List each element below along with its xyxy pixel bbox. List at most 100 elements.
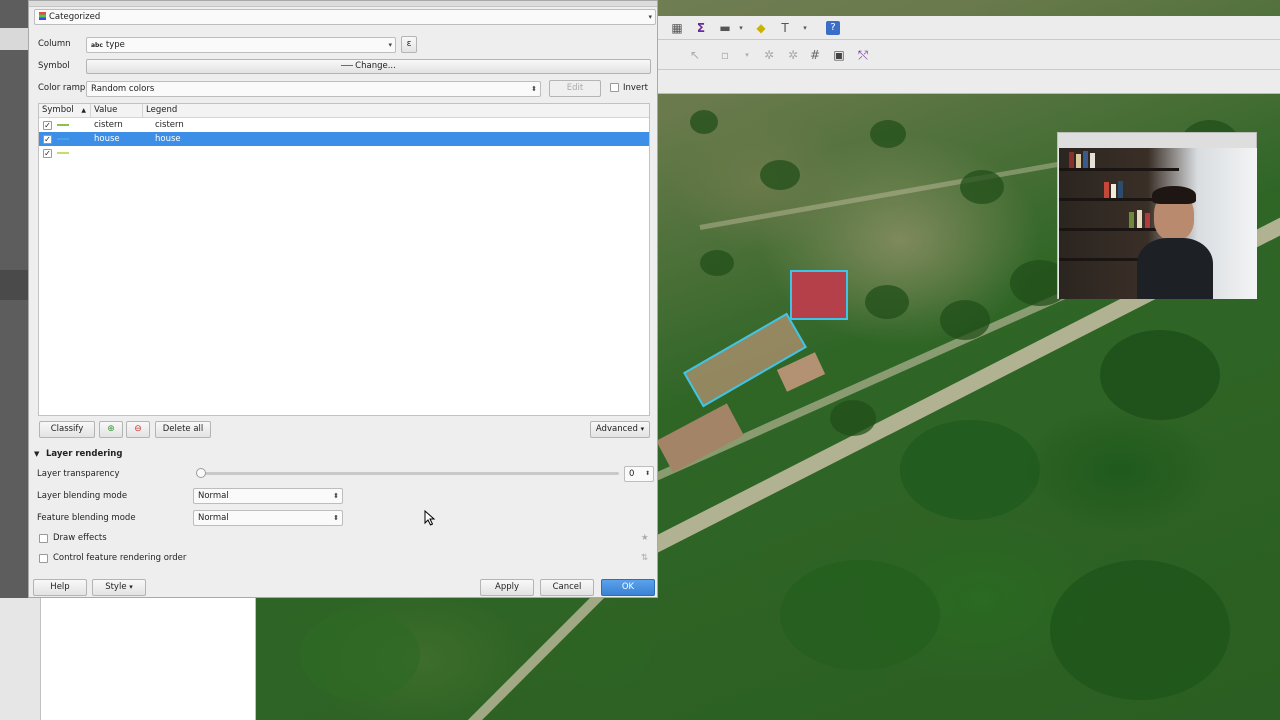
renderer-value: Categorized	[49, 12, 101, 22]
column-header-legend[interactable]: Legend	[143, 104, 651, 118]
tree	[690, 110, 718, 134]
road	[699, 159, 1075, 230]
layers-panel[interactable]	[40, 598, 256, 720]
category-symbol[interactable]	[57, 124, 69, 126]
layer-blending-select[interactable]: Normal ⬍	[193, 488, 343, 504]
split-icon[interactable]: ⤲	[856, 48, 870, 62]
cancel-label: Cancel	[552, 582, 582, 592]
offset-icon[interactable]: ✲	[786, 48, 800, 62]
classify-button[interactable]: Classify	[39, 421, 95, 438]
add-class-icon: ⊕	[107, 424, 115, 434]
table-header: Symbol ▲ Value Legend	[39, 104, 649, 118]
symbol-label: Symbol	[38, 61, 70, 71]
add-class-button[interactable]: ⊕	[99, 421, 123, 438]
help-label: Help	[50, 582, 70, 592]
delete-all-button[interactable]: Delete all	[155, 421, 211, 438]
category-checkbox[interactable]: ✓	[43, 149, 52, 158]
column-header-value[interactable]: Value	[91, 104, 143, 118]
transparency-value: 0	[629, 469, 635, 479]
layer-rendering-header[interactable]: Layer rendering	[46, 449, 122, 459]
transparency-spinbox[interactable]: 0 ⬍	[624, 466, 654, 482]
chevron-down-icon: ⬍	[531, 85, 537, 93]
category-checkbox[interactable]: ✓	[43, 121, 52, 130]
category-value: house	[94, 134, 120, 144]
spin-arrows-icon[interactable]: ⬍	[645, 467, 650, 481]
expression-button[interactable]: ε	[401, 36, 417, 53]
field-type-badge: abc	[91, 42, 103, 49]
column-label: Column	[38, 39, 71, 49]
remove-class-icon: ⊖	[134, 424, 142, 434]
sum-icon[interactable]: Σ	[694, 21, 708, 35]
remove-class-button[interactable]: ⊖	[126, 421, 150, 438]
tree	[300, 610, 420, 700]
node-icon[interactable]: ▫	[718, 48, 732, 62]
tree	[940, 300, 990, 340]
feature-blending-select[interactable]: Normal ⬍	[193, 510, 343, 526]
digitize-icon[interactable]: ↖	[688, 48, 702, 62]
color-ramp-label: Color ramp	[38, 83, 86, 93]
chevron-down-icon: ▾	[648, 13, 652, 21]
chevron-down-icon[interactable]: ▾	[798, 21, 812, 35]
collapse-icon[interactable]: ▼	[34, 450, 39, 458]
transparency-slider-track[interactable]	[199, 472, 619, 475]
color-ramp-select[interactable]: Random colors ⬍	[86, 81, 541, 97]
style-button[interactable]: Style ▾	[92, 579, 146, 596]
invert-checkbox[interactable]	[610, 83, 619, 92]
webcam-video	[1059, 148, 1257, 299]
table-row[interactable]: ✓	[39, 146, 649, 160]
text-icon[interactable]: T	[778, 21, 792, 35]
control-order-checkbox[interactable]	[39, 554, 48, 563]
layer-properties-dialog: Categorized ▾ Column abc type ▾ ε Symbol …	[28, 0, 658, 598]
toolbar-middle: ↖ ▫ ▾ ✲ ✲ # ▣ ⤲	[658, 40, 1280, 70]
measure-icon[interactable]: ▦	[670, 21, 684, 35]
help-icon[interactable]: ?	[826, 21, 840, 35]
ok-label: OK	[621, 582, 635, 592]
rotate-icon[interactable]: ✲	[762, 48, 776, 62]
tree	[900, 420, 1040, 520]
cancel-button[interactable]: Cancel	[540, 579, 594, 596]
table-row[interactable]: ✓ cistern cistern	[39, 118, 649, 132]
tree	[1050, 560, 1230, 700]
column-value: type	[105, 40, 125, 50]
tree	[1100, 330, 1220, 420]
grid-icon[interactable]: #	[808, 48, 822, 62]
toolbar-bottom	[658, 70, 1280, 94]
transparency-slider-handle[interactable]	[196, 468, 206, 478]
snapping-icon[interactable]: ▣	[832, 48, 846, 62]
chevron-down-icon[interactable]: ▾	[734, 21, 748, 35]
toolbar-top: ▦ Σ ▬ ▾ ◆ T ▾ ?	[658, 16, 1280, 40]
chevron-down-icon: ▾	[640, 425, 645, 433]
advanced-button[interactable]: Advanced ▾	[590, 421, 650, 438]
categories-table[interactable]: Symbol ▲ Value Legend ✓ cistern cistern ✓…	[38, 103, 650, 416]
invert-label: Invert	[623, 83, 648, 93]
draw-effects-checkbox[interactable]	[39, 534, 48, 543]
category-legend: house	[155, 134, 181, 144]
annotation-icon[interactable]: ◆	[754, 21, 768, 35]
help-button[interactable]: Help	[33, 579, 87, 596]
category-checkbox[interactable]: ✓	[43, 135, 52, 144]
expression-icon: ε	[406, 39, 412, 49]
control-order-label: Control feature rendering order	[53, 553, 187, 563]
category-symbol[interactable]	[57, 138, 69, 140]
category-symbol[interactable]	[57, 152, 69, 154]
effects-settings-icon[interactable]: ★	[641, 533, 649, 543]
edit-ramp-button[interactable]: Edit	[549, 80, 601, 97]
column-select[interactable]: abc type ▾	[86, 37, 396, 53]
tree	[960, 170, 1004, 204]
delete-all-label: Delete all	[162, 424, 204, 434]
column-header-symbol[interactable]: Symbol ▲	[39, 104, 91, 118]
chevron-down-icon[interactable]: ▾	[740, 48, 754, 62]
ok-button[interactable]: OK	[601, 579, 655, 596]
symbol-change-button[interactable]: Change...	[86, 59, 651, 74]
chevron-down-icon: ⬍	[333, 492, 339, 500]
table-row[interactable]: ✓ house house	[39, 132, 649, 146]
apply-button[interactable]: Apply	[480, 579, 534, 596]
renderer-select[interactable]: Categorized ▾	[34, 9, 656, 25]
selected-building	[790, 270, 848, 320]
panel-tab	[0, 270, 28, 300]
order-settings-icon[interactable]: ⇅	[641, 553, 648, 563]
left-dock	[0, 598, 40, 720]
category-legend: cistern	[155, 120, 184, 130]
ruler-icon[interactable]: ▬	[718, 21, 732, 35]
draw-effects-label: Draw effects	[53, 533, 107, 543]
